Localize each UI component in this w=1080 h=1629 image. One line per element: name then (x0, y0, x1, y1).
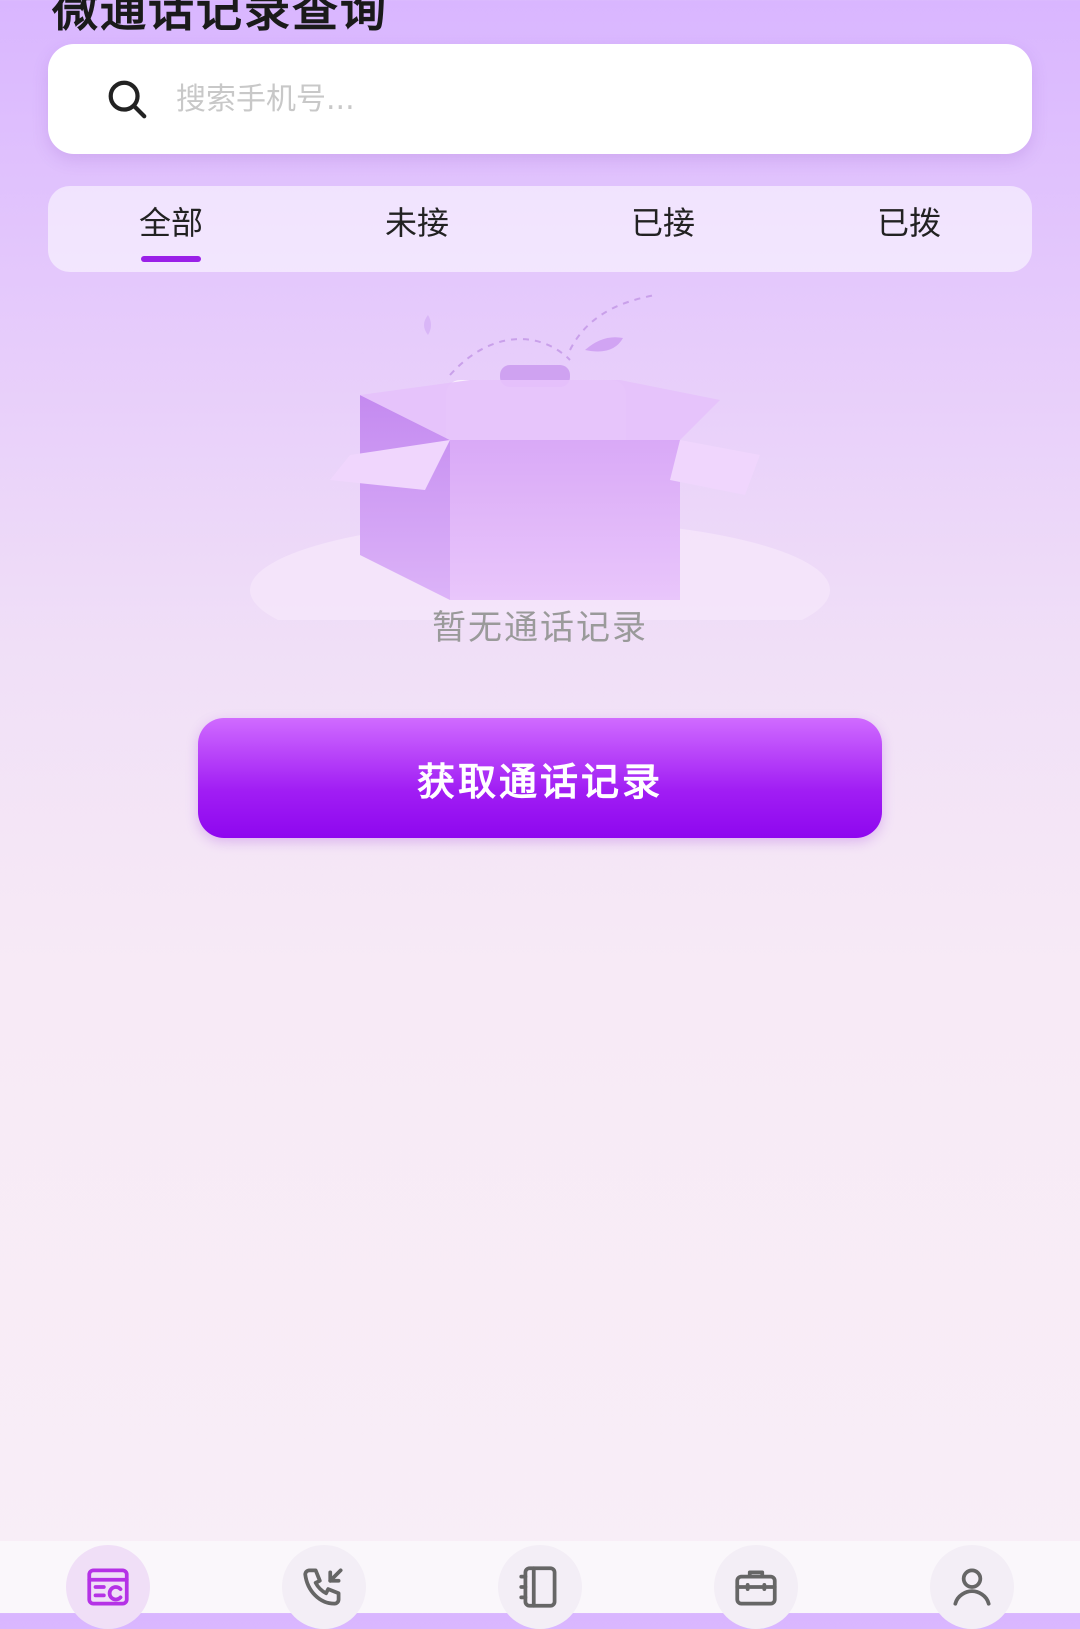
tab-missed[interactable]: 未接 (294, 186, 540, 272)
tab-dialed[interactable]: 已拨 (786, 186, 1032, 272)
page-title: 微通话记录查询 (52, 0, 388, 37)
nav-contacts[interactable] (498, 1545, 582, 1629)
filter-tabs: 全部 未接 已接 已拨 (48, 186, 1032, 272)
search-icon (108, 80, 147, 119)
nav-incoming-calls[interactable] (282, 1545, 366, 1629)
call-log-icon (87, 1568, 129, 1606)
nav-call-log[interactable] (66, 1545, 150, 1629)
bottom-nav (0, 1541, 1080, 1629)
fetch-call-log-button[interactable]: 获取通话记录 (198, 718, 882, 838)
nav-tools[interactable] (714, 1545, 798, 1629)
user-profile-icon (953, 1568, 991, 1606)
nav-profile[interactable] (930, 1545, 1014, 1629)
tab-all[interactable]: 全部 (48, 186, 294, 272)
top-right-action[interactable]: ··· (988, 0, 1022, 15)
empty-state-message: 暂无通话记录 (432, 608, 648, 648)
empty-box-illustration (250, 294, 830, 620)
tab-received[interactable]: 已接 (540, 186, 786, 272)
search-bar[interactable] (48, 44, 1032, 154)
briefcase-icon (735, 1570, 777, 1606)
search-input[interactable] (174, 80, 938, 118)
contacts-book-icon (519, 1566, 557, 1608)
incoming-call-icon (303, 1568, 343, 1606)
